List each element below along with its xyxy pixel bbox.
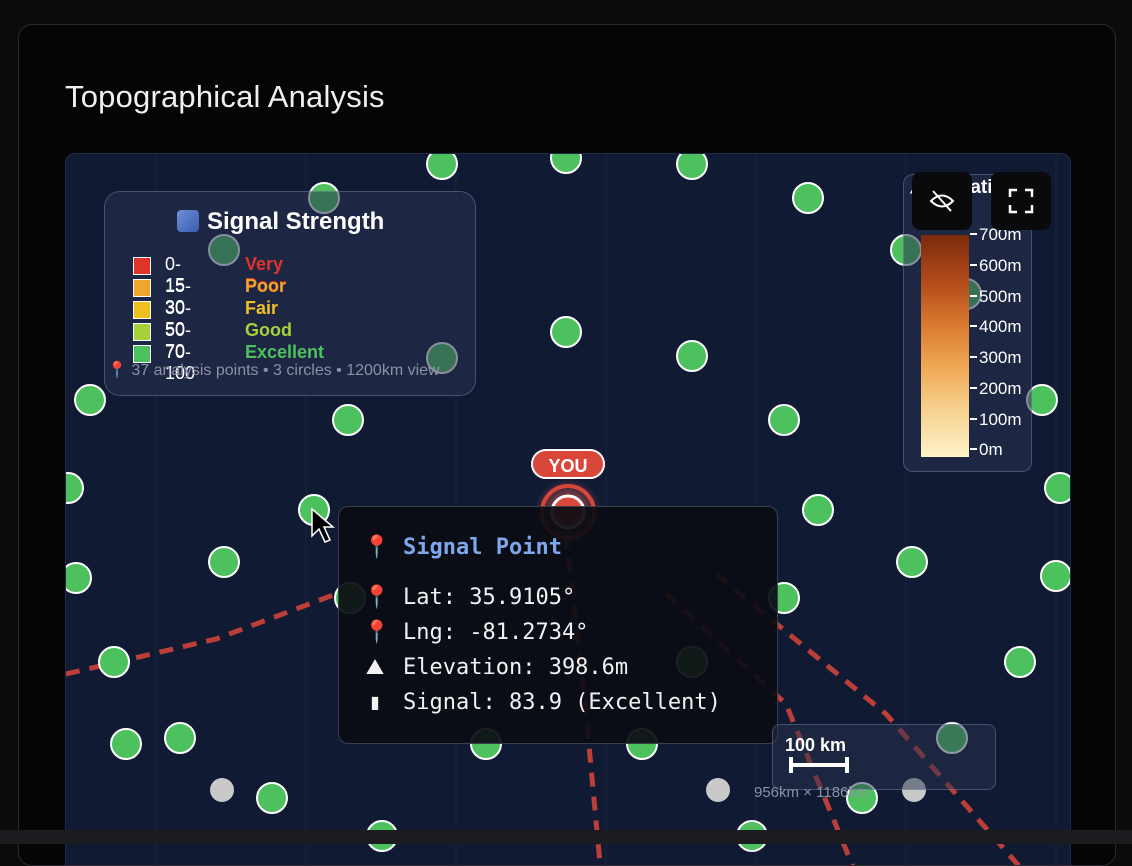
legend-label: Good — [245, 320, 292, 340]
signal-legend: Signal Strength 0-15 Very Poor 15-30 Poor 30… — [104, 191, 476, 396]
signal-point[interactable] — [164, 722, 196, 754]
signal-point[interactable] — [66, 562, 92, 594]
tooltip-signal-text: Signal: 83.9 (Excellent) — [403, 690, 721, 715]
tooltip-lat: 📍 Lat: 35.9105° — [363, 585, 575, 610]
signal-point[interactable] — [66, 472, 84, 504]
pin-icon: 📍 — [363, 535, 391, 560]
elevation-tick: 600m — [970, 256, 1022, 276]
tooltip-lng-text: Lng: -81.2734° — [403, 620, 589, 645]
signal-point[interactable] — [1004, 646, 1036, 678]
analysis-panel: Topographical Analysis Signal Strength 0… — [18, 24, 1116, 866]
elevation-tick: 300m — [970, 348, 1022, 368]
signal-point[interactable] — [1044, 472, 1070, 504]
tooltip-title: 📍 Signal Point — [363, 535, 562, 560]
elevation-tick: 200m — [970, 379, 1022, 399]
legend-swatch — [133, 279, 151, 297]
legend-footer: 📍 37 analysis points • 3 circles • 1200k… — [107, 362, 440, 379]
legend-title: Signal Strength — [177, 208, 384, 236]
tooltip-title-text: Signal Point — [403, 535, 562, 560]
mountain-icon: ⛰ — [365, 655, 385, 680]
legend-title-text: Signal Strength — [207, 208, 385, 235]
scale-label: 100 km — [785, 735, 847, 755]
signal-point[interactable] — [550, 316, 582, 348]
signal-bars-icon — [177, 210, 199, 232]
elevation-tick: 500m — [970, 287, 1022, 307]
scale-bar — [789, 757, 849, 773]
pin-icon: 📍 — [363, 620, 391, 645]
legend-swatch — [133, 257, 151, 275]
satellite-icon — [706, 778, 730, 802]
hide-layer-button[interactable] — [912, 172, 972, 230]
signal-point[interactable] — [896, 546, 928, 578]
tooltip-signal: ▮ Signal: 83.9 (Excellent) — [363, 690, 721, 715]
signal-point[interactable] — [550, 154, 582, 174]
fullscreen-icon — [1008, 188, 1034, 214]
legend-swatch — [133, 301, 151, 319]
legend-label: Poor — [245, 276, 287, 296]
elevation-tick: 400m — [970, 317, 1022, 337]
signal-point-tooltip: 📍 Signal Point 📍 Lat: 35.9105° 📍 Lng: -81.2… — [338, 506, 778, 744]
elevation-tick: 100m — [970, 410, 1022, 430]
tooltip-elevation-text: Elevation: 398.6m — [403, 655, 629, 680]
tooltip-elevation: ⛰ Elevation: 398.6m — [363, 655, 628, 680]
signal-point[interactable] — [256, 782, 288, 814]
elevation-ticks: 700m 600m 500m 400m 300m 200m 100m 0m — [970, 225, 1030, 460]
fullscreen-button[interactable] — [991, 172, 1051, 230]
map-extent: 956km × 1186km — [754, 784, 869, 801]
hide-eye-icon — [929, 190, 955, 212]
signal-point[interactable] — [768, 404, 800, 436]
tooltip-lat-text: Lat: 35.9105° — [403, 585, 576, 610]
signal-point[interactable] — [332, 404, 364, 436]
scale-box: 100 km — [772, 724, 996, 790]
tooltip-lng: 📍 Lng: -81.2734° — [363, 620, 588, 645]
map-view[interactable]: Signal Strength 0-15 Very Poor 15-30 Poor 30… — [65, 153, 1071, 865]
signal-point[interactable] — [676, 154, 708, 180]
signal-point[interactable] — [110, 728, 142, 760]
signal-point[interactable] — [426, 154, 458, 180]
signal-point[interactable] — [1040, 560, 1070, 592]
signal-point[interactable] — [802, 494, 834, 526]
legend-label: Fair — [245, 298, 279, 318]
pin-icon: 📍 — [363, 585, 391, 610]
bottom-strip — [0, 830, 1132, 844]
panel-title: Topographical Analysis — [65, 79, 385, 114]
satellite-icon — [210, 778, 234, 802]
signal-point[interactable] — [792, 182, 824, 214]
signal-point[interactable] — [208, 546, 240, 578]
legend-swatch — [133, 323, 151, 341]
elevation-tick: 0m — [970, 440, 1003, 460]
signal-point[interactable] — [676, 340, 708, 372]
signal-point[interactable] — [98, 646, 130, 678]
signal-bars-icon: ▮ — [368, 690, 382, 715]
elevation-color-bar — [921, 235, 969, 457]
signal-point[interactable] — [74, 384, 106, 416]
you-label: YOU — [531, 449, 605, 479]
